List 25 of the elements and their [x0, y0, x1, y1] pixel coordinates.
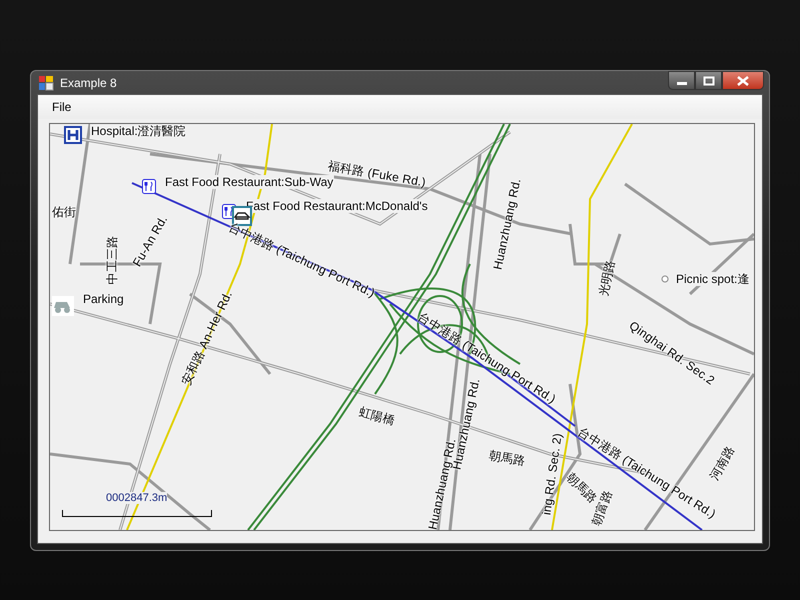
- window-title: Example 8: [60, 76, 118, 90]
- app-icon: [38, 74, 54, 90]
- close-icon: [736, 76, 750, 86]
- minimize-button[interactable]: [668, 71, 695, 90]
- road-label: 光明路: [596, 258, 618, 298]
- road-label: 佑街: [52, 205, 76, 219]
- circle-icon: [661, 275, 669, 283]
- place-label: Parking: [82, 292, 125, 306]
- fork-knife-icon: [142, 179, 156, 194]
- place-label: Picnic spot:逢: [675, 272, 750, 286]
- scale-label: 0002847.3m: [106, 492, 168, 504]
- place-label: Fast Food Restaurant:Sub-Way: [164, 175, 334, 189]
- road-label: 朝馬路: [488, 448, 526, 468]
- road-label: 河南路: [706, 444, 738, 482]
- place-label: Hospital:澄清醫院: [90, 124, 187, 138]
- road-label: 虹陽橋: [358, 404, 396, 428]
- maximize-icon: [702, 76, 714, 86]
- hospital-icon: [64, 126, 82, 144]
- car-icon: [52, 296, 74, 316]
- minimize-icon: [676, 82, 686, 85]
- road-label: ing Rd. Sec. 2): [539, 432, 565, 516]
- menu-item[interactable]: File: [46, 98, 78, 116]
- road-label: 中工三路: [105, 236, 119, 284]
- maximize-button[interactable]: [695, 71, 722, 90]
- close-button[interactable]: [722, 71, 764, 90]
